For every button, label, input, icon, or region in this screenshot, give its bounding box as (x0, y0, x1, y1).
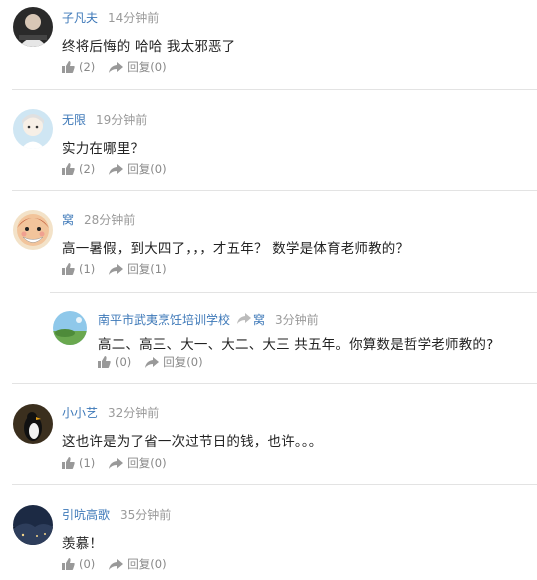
like-button[interactable]: (2) (62, 162, 95, 176)
reply-label: 回复 (127, 456, 151, 470)
reply-count: (1) (150, 262, 167, 276)
reply-text: 高二、高三、大一、大二、大三 共五年。你算数是哲学老师教的? (98, 337, 494, 353)
reply-button[interactable]: 回复 (1) (109, 261, 167, 277)
reply-button[interactable]: 回复 (0) (109, 455, 167, 471)
like-button[interactable]: (1) (62, 456, 95, 470)
reply-item: 南平市武夷烹饪培训学校 窝 3分钟前 高二、高三、大一、大二、大三 共五年。你算… (0, 300, 537, 380)
avatar[interactable] (13, 7, 53, 47)
share-arrow-icon (109, 61, 124, 73)
divider (12, 383, 537, 384)
timestamp: 32分钟前 (108, 406, 160, 420)
timestamp: 28分钟前 (84, 213, 136, 227)
reply-count: (0) (150, 60, 167, 74)
reply-count: (0) (150, 557, 167, 571)
avatar[interactable] (13, 505, 53, 545)
like-count: (0) (115, 355, 132, 369)
like-button[interactable]: (1) (62, 262, 95, 276)
comment-text: 这也许是为了省一次过节日的钱，也许。。。 (62, 434, 323, 450)
reply-button[interactable]: 回复 (0) (145, 354, 203, 370)
comment-item: 子凡夫 14分钟前 终将后悔的 哈哈 我太邪恶了 (2) 回复 (0) (0, 0, 537, 100)
thumbs-up-icon (62, 61, 75, 73)
share-arrow-icon (109, 263, 124, 275)
comment-actions: (1) 回复 (0) (62, 455, 181, 471)
share-arrow-icon (145, 356, 160, 368)
thumbs-up-icon (62, 558, 75, 570)
avatar[interactable] (13, 109, 53, 149)
username[interactable]: 南平市武夷烹饪培训学校 (98, 311, 230, 328)
share-arrow-icon (109, 163, 124, 175)
reply-arrow-icon (237, 313, 251, 324)
comment-actions: (1) 回复 (1) (62, 261, 181, 277)
avatar[interactable] (13, 210, 53, 250)
comment-text: 实力在哪里？ (62, 141, 145, 157)
username[interactable]: 子凡夫 (62, 9, 98, 26)
comment-actions: (2) 回复 (0) (62, 59, 181, 75)
comment-actions: (2) 回复 (0) (62, 161, 181, 177)
like-button[interactable]: (2) (62, 60, 95, 74)
reply-label: 回复 (127, 162, 151, 176)
thumbs-up-icon (62, 457, 75, 469)
divider (12, 190, 537, 191)
thumbs-up-icon (98, 356, 111, 368)
reply-label: 回复 (127, 60, 151, 74)
reply-label: 回复 (127, 557, 151, 571)
timestamp: 3分钟前 (275, 313, 319, 327)
reply-button[interactable]: 回复 (0) (109, 556, 167, 572)
reply-button[interactable]: 回复 (0) (109, 59, 167, 75)
avatar[interactable] (53, 311, 87, 345)
reply-actions: (0) 回复 (0) (98, 354, 217, 370)
comment-item: 引吭高歌 35分钟前 羡慕！ (0) 回复 (0) (0, 496, 537, 580)
like-button[interactable]: (0) (98, 355, 131, 369)
comment-text: 羡慕！ (62, 536, 104, 552)
username[interactable]: 窝 (62, 211, 74, 228)
like-button[interactable]: (0) (62, 557, 95, 571)
timestamp: 35分钟前 (120, 508, 172, 522)
like-count: (1) (79, 262, 96, 276)
reply-count: (0) (150, 456, 167, 470)
reply-to-username[interactable]: 窝 (253, 311, 265, 328)
divider (50, 292, 537, 293)
username[interactable]: 无限 (62, 111, 86, 128)
thumbs-up-icon (62, 163, 75, 175)
comment-text: 终将后悔的 哈哈 我太邪恶了 (62, 39, 236, 55)
comment-item: 小小艺 32分钟前 这也许是为了省一次过节日的钱，也许。。。 (1) 回复 (0… (0, 395, 537, 495)
comment-item: 无限 19分钟前 实力在哪里？ (2) 回复 (0) (0, 101, 537, 201)
reply-button[interactable]: 回复 (0) (109, 161, 167, 177)
reply-label: 回复 (163, 355, 187, 369)
reply-count: (0) (186, 355, 203, 369)
thumbs-up-icon (62, 263, 75, 275)
reply-count: (0) (150, 162, 167, 176)
reply-label: 回复 (127, 262, 151, 276)
timestamp: 19分钟前 (96, 113, 148, 127)
like-count: (1) (79, 456, 96, 470)
comment-text: 高一暑假，到大四了，，，才五年？ 数学是体育老师教的？ (62, 241, 410, 257)
timestamp: 14分钟前 (108, 11, 160, 25)
avatar[interactable] (13, 404, 53, 444)
share-arrow-icon (109, 558, 124, 570)
like-count: (0) (79, 557, 96, 571)
comment-actions: (0) 回复 (0) (62, 556, 181, 572)
username[interactable]: 引吭高歌 (62, 506, 110, 523)
username[interactable]: 小小艺 (62, 404, 98, 421)
divider (12, 89, 537, 90)
like-count: (2) (79, 60, 96, 74)
divider (12, 484, 537, 485)
like-count: (2) (79, 162, 96, 176)
share-arrow-icon (109, 457, 124, 469)
